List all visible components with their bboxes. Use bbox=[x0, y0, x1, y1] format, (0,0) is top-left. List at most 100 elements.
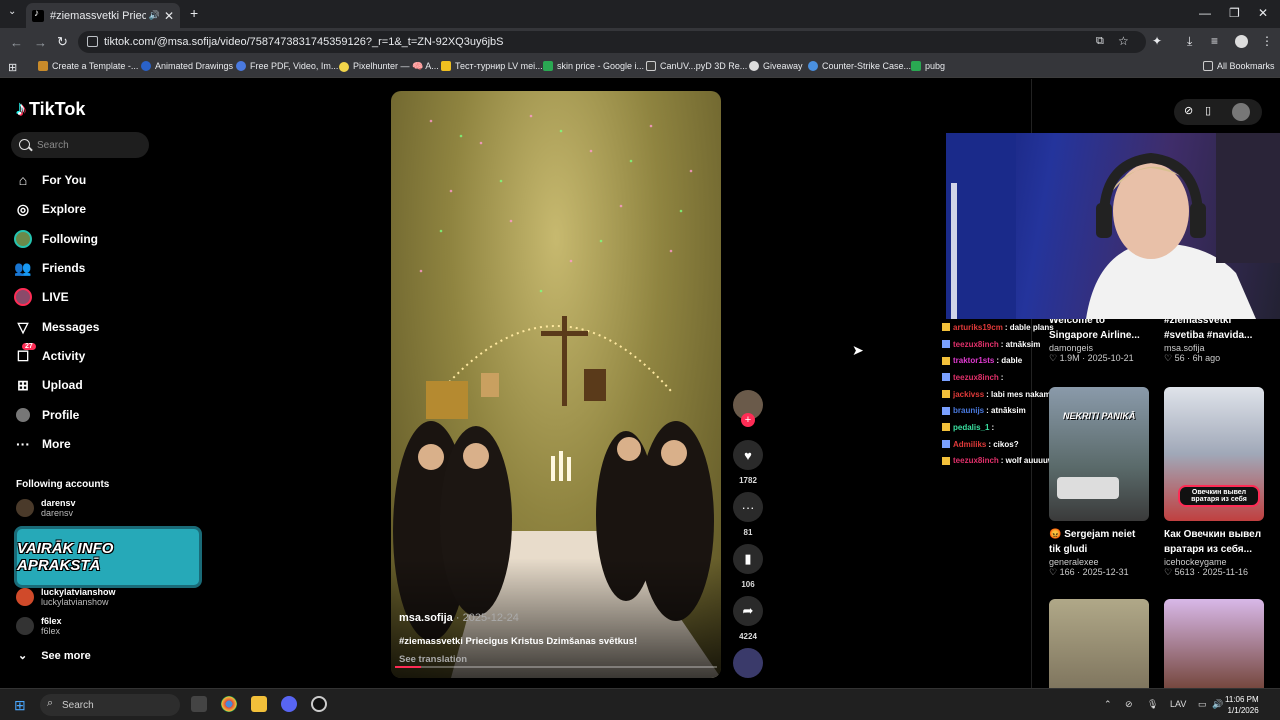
author-avatar-button[interactable]: + bbox=[733, 390, 763, 427]
taskbar-search-label: Search bbox=[62, 699, 94, 711]
share-icon: ➦ bbox=[733, 596, 763, 626]
video-card[interactable]: Как Овечкин вывел вратаря из себя... ice… bbox=[1164, 527, 1264, 578]
close-window-icon[interactable]: ✕ bbox=[1258, 6, 1268, 20]
download-icon[interactable]: ⤓ bbox=[1187, 34, 1192, 49]
video-card-thumbnail[interactable] bbox=[1164, 599, 1264, 688]
display-icon[interactable]: ▭ bbox=[1198, 699, 1207, 710]
video-card-thumbnail[interactable]: NEKRITI PANIKĀ bbox=[1049, 387, 1149, 521]
speaker-icon[interactable]: 🔊 bbox=[1212, 699, 1223, 710]
bookmark-item[interactable]: Giveaway bbox=[749, 61, 803, 71]
media-icon[interactable]: ≡ bbox=[1211, 34, 1218, 48]
nav-following[interactable]: Following bbox=[14, 227, 98, 251]
nav-activity[interactable]: ☐ 27 Activity bbox=[14, 343, 85, 368]
video-card[interactable]: 😡 Sergejam neiet tik gludi generalexee ♡… bbox=[1049, 527, 1149, 578]
system-clock[interactable]: 11:06 PM 1/1/2026 bbox=[1225, 694, 1259, 716]
device-icon[interactable]: ▯ bbox=[1205, 104, 1211, 117]
follow-plus-icon[interactable]: + bbox=[741, 413, 755, 427]
video-player[interactable]: msa.sofija · 2025-12-24 #ziemassvetki Pr… bbox=[391, 91, 721, 678]
video-card-thumbnail[interactable] bbox=[1049, 599, 1149, 688]
profile-avatar-icon[interactable] bbox=[1235, 35, 1248, 48]
site-info-icon[interactable] bbox=[87, 36, 98, 47]
chat-message: teezux8inch : bbox=[942, 369, 1072, 386]
forward-icon[interactable]: → bbox=[34, 35, 47, 50]
file-explorer-icon[interactable] bbox=[251, 696, 267, 712]
search-icon bbox=[19, 139, 30, 150]
chevron-down-icon: ⌄ bbox=[18, 650, 28, 662]
windows-start-icon[interactable]: ⊞ bbox=[14, 697, 26, 714]
bookmark-item[interactable]: Animated Drawings bbox=[141, 61, 233, 71]
chat-username: traktor1sts bbox=[953, 356, 995, 366]
compass-icon[interactable]: ⊘ bbox=[1184, 104, 1193, 117]
tab-search-icon[interactable]: ⌄ bbox=[8, 6, 16, 17]
new-tab-icon[interactable]: + bbox=[190, 5, 198, 21]
activity-badge: 27 bbox=[22, 343, 36, 350]
see-translation-link[interactable]: See translation bbox=[399, 654, 467, 665]
account-item[interactable]: darensv darensv bbox=[16, 498, 76, 518]
video-caption[interactable]: #ziemassvetki Priecigus Kristus Dzimšana… bbox=[399, 636, 637, 647]
extensions-icon[interactable]: ✦ bbox=[1152, 34, 1162, 48]
bookmark-item[interactable]: Create a Template -... bbox=[38, 61, 138, 71]
mic-icon[interactable]: 🎙 bbox=[1147, 699, 1158, 710]
card-meta: ♡ 56 · 6h ago bbox=[1164, 353, 1221, 363]
tray-chevron-icon[interactable]: ⌃ bbox=[1104, 699, 1112, 710]
video-progress-bar[interactable] bbox=[395, 666, 717, 668]
chat-message: arturiks19cm : dable plans bbox=[942, 319, 1072, 336]
nav-more[interactable]: ··· More bbox=[14, 432, 71, 456]
close-tab-icon[interactable]: ✕ bbox=[164, 9, 174, 23]
nav-profile[interactable]: Profile bbox=[14, 403, 79, 427]
bookmark-item[interactable]: Counter-Strike Case... bbox=[808, 61, 911, 71]
profile-avatar-icon[interactable] bbox=[1232, 103, 1250, 121]
minimize-icon[interactable]: — bbox=[1199, 6, 1211, 20]
sound-disc-button[interactable] bbox=[733, 648, 763, 678]
account-item[interactable]: f6lex f6lex bbox=[16, 616, 62, 636]
see-more-label: See more bbox=[41, 649, 91, 662]
like-button[interactable]: ♥ 1782 bbox=[733, 440, 763, 485]
following-avatar-icon bbox=[14, 230, 32, 248]
back-icon[interactable]: ← bbox=[10, 35, 23, 50]
browser-tab[interactable]: #ziemassvetki Priecīgus Krist 🔊 ✕ bbox=[26, 3, 180, 28]
chrome-icon[interactable] bbox=[221, 696, 237, 712]
maximize-icon[interactable]: ❐ bbox=[1229, 6, 1240, 20]
nav-messages[interactable]: ▽ Messages bbox=[14, 315, 100, 339]
video-author[interactable]: msa.sofija · 2025-12-24 bbox=[399, 612, 519, 624]
comment-button[interactable]: ··· 81 bbox=[733, 492, 763, 537]
taskbar-search[interactable]: ⌕ Search bbox=[40, 694, 180, 716]
apps-grid-icon[interactable]: ⊞ bbox=[8, 61, 17, 74]
install-app-icon[interactable]: ⧉ bbox=[1096, 35, 1104, 48]
video-card-thumbnail[interactable]: Овечкин вывел вратаря из себя bbox=[1164, 387, 1264, 521]
task-view-icon[interactable] bbox=[191, 696, 207, 712]
see-more-button[interactable]: ⌄ See more bbox=[18, 649, 91, 663]
bookmark-item[interactable]: Free PDF, Video, Im... bbox=[236, 61, 338, 71]
bookmark-star-icon[interactable]: ☆ bbox=[1118, 34, 1129, 48]
language-indicator[interactable]: LAV bbox=[1170, 699, 1186, 709]
app-icon[interactable] bbox=[311, 696, 327, 712]
tab-title: #ziemassvetki Priecīgus Krist bbox=[50, 9, 146, 22]
nav-for-you[interactable]: ⌂ For You bbox=[14, 168, 86, 192]
network-off-icon[interactable]: ⊘ bbox=[1125, 699, 1133, 710]
bookmark-item[interactable]: pubg bbox=[911, 61, 945, 71]
nav-upload[interactable]: ⊞ Upload bbox=[14, 373, 83, 397]
card-meta: ♡ 166 · 2025-12-31 bbox=[1049, 567, 1129, 577]
save-button[interactable]: ▮ 106 bbox=[733, 544, 763, 589]
share-button[interactable]: ➦ 4224 bbox=[733, 596, 763, 641]
account-item[interactable]: luckylatvianshow luckylatvianshow bbox=[16, 587, 116, 607]
discord-icon[interactable] bbox=[281, 696, 297, 712]
video-card[interactable]: #ziemassvetki #svetiba #navida... msa.so… bbox=[1164, 313, 1264, 364]
bookmark-item[interactable]: skin price - Google i... bbox=[543, 61, 644, 71]
all-bookmarks[interactable]: All Bookmarks bbox=[1203, 61, 1275, 71]
nav-live[interactable]: LIVE bbox=[14, 285, 69, 309]
chat-username: Admiliks bbox=[953, 439, 987, 449]
menu-dots-icon[interactable]: ⋮ bbox=[1261, 34, 1273, 48]
bookmark-item[interactable]: Pixelhunter — 🧠 A... bbox=[339, 61, 439, 72]
upload-icon: ⊞ bbox=[17, 376, 29, 393]
bookmark-item[interactable]: CanUV...pyD 3D Re... bbox=[646, 61, 747, 71]
nav-friends[interactable]: 👥 Friends bbox=[14, 256, 85, 280]
chat-username: jackivss bbox=[953, 389, 985, 399]
search-input[interactable]: Search bbox=[11, 132, 149, 158]
profile-avatar-icon bbox=[14, 406, 32, 424]
nav-explore[interactable]: ◎ Explore bbox=[14, 197, 86, 221]
reload-icon[interactable]: ↻ bbox=[57, 34, 68, 50]
url-bar[interactable]: tiktok.com/@msa.sofija/video/75874738317… bbox=[78, 31, 1146, 53]
bookmark-item[interactable]: Тест-турнир LV mei... bbox=[441, 61, 543, 71]
tiktok-logo[interactable]: ♪ TikTok bbox=[16, 98, 85, 121]
